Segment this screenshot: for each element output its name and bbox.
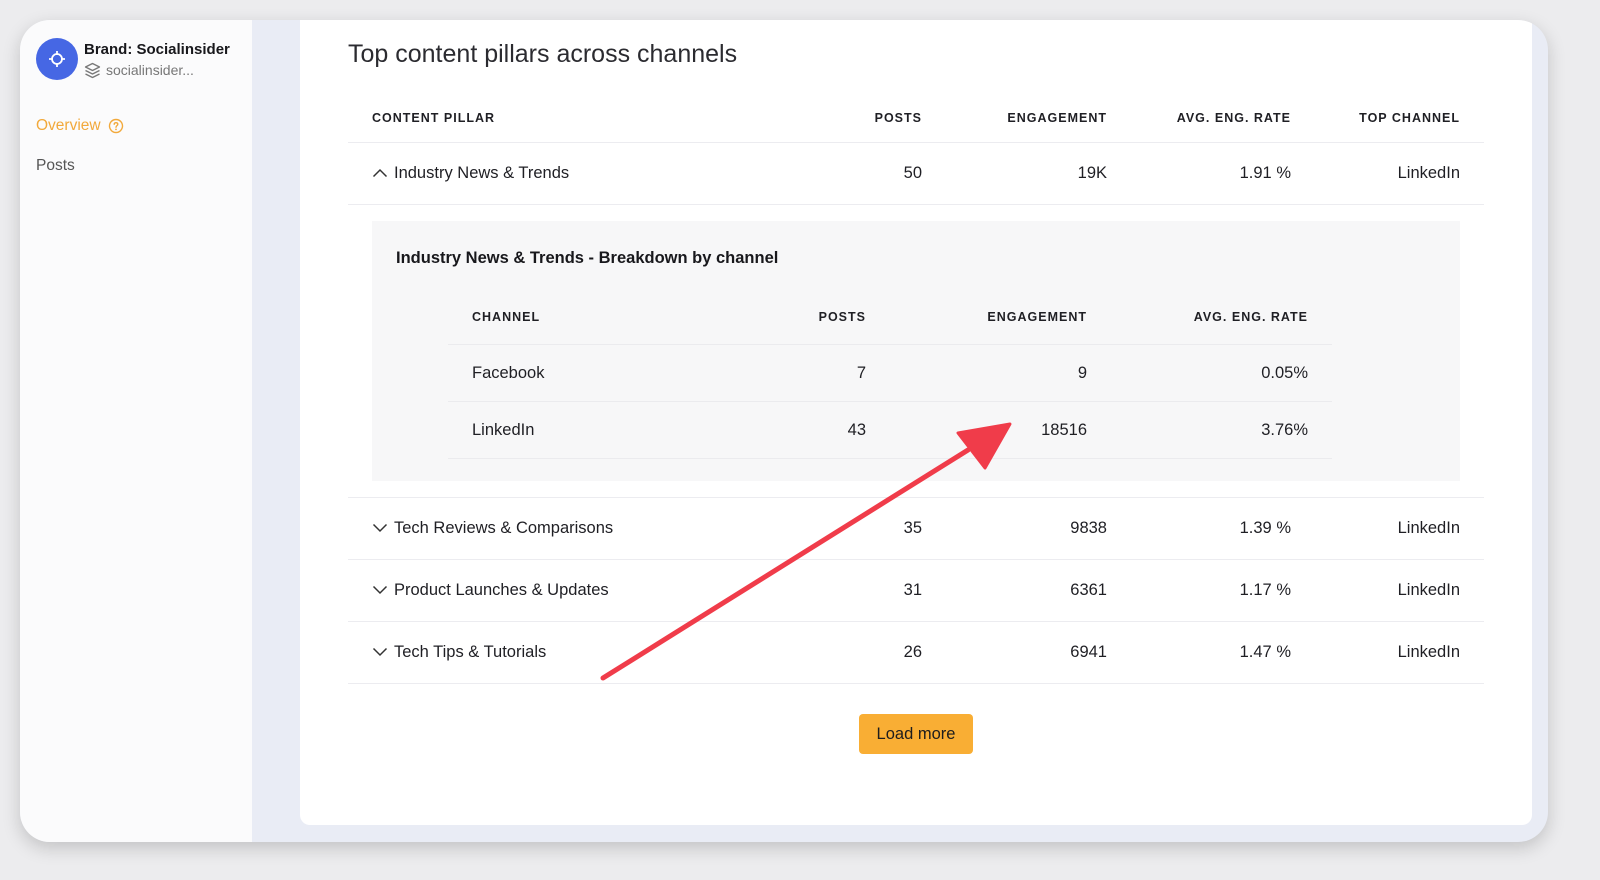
rate-value: 1.91 % [1131,142,1315,205]
column-header-top-channel[interactable]: TOP CHANNEL [1315,94,1484,143]
breakdown-row-facebook: Facebook 7 9 0.05% [448,344,1332,402]
sidebar-item-posts[interactable]: Posts [36,157,75,175]
engagement-value: 6941 [946,621,1131,684]
column-header-rate[interactable]: AVG. ENG. RATE [1131,94,1315,143]
rate-value: 1.39 % [1131,497,1315,560]
table-row[interactable]: Industry News & Trends 50 19K 1.91 % Lin… [348,142,1484,205]
engagement-value: 9838 [946,497,1131,560]
rate-value: 1.17 % [1131,559,1315,622]
posts-value: 7 [788,344,890,402]
posts-value: 26 [812,621,946,684]
pillar-name: Tech Tips & Tutorials [394,642,547,661]
rate-value: 0.05% [1111,344,1332,402]
chevron-up-icon[interactable] [372,168,388,178]
help-circle-icon[interactable] [108,118,124,134]
pillar-name: Industry News & Trends [394,163,570,182]
column-header-posts[interactable]: POSTS [812,94,946,143]
engagement-value: 9 [890,344,1111,402]
page-title: Top content pillars across channels [348,40,738,68]
column-header-engagement[interactable]: ENGAGEMENT [946,94,1131,143]
chevron-down-icon[interactable] [372,647,388,657]
table-row[interactable]: Product Launches & Updates 31 6361 1.17 … [348,559,1484,622]
chevron-down-icon[interactable] [372,523,388,533]
brand-avatar [36,38,78,80]
posts-value: 43 [788,401,890,459]
breakdown-row: Industry News & Trends - Breakdown by ch… [348,204,1484,498]
layers-icon [84,62,101,78]
pillar-name: Tech Reviews & Comparisons [394,518,614,537]
top-channel-value: LinkedIn [1315,559,1484,622]
engagement-value: 18516 [890,401,1111,459]
breakdown-title: Industry News & Trends - Breakdown by ch… [396,248,779,267]
top-channel-value: LinkedIn [1315,621,1484,684]
engagement-value: 6361 [946,559,1131,622]
column-header-pillar[interactable]: CONTENT PILLAR [348,94,812,143]
table-row[interactable]: Tech Reviews & Comparisons 35 9838 1.39 … [348,497,1484,560]
breakdown-row-linkedin: LinkedIn 43 18516 3.76% [448,401,1332,459]
chevron-down-icon[interactable] [372,585,388,595]
content-pillars-card: Top content pillars across channels CONT… [300,20,1532,825]
rate-value: 1.47 % [1131,621,1315,684]
load-more-button[interactable]: Load more [859,714,973,754]
channel-name: Facebook [448,344,788,402]
top-channel-value: LinkedIn [1315,497,1484,560]
top-channel-value: LinkedIn [1315,142,1484,205]
sidebar: Brand: Socialinsider socialinsider... Ov… [20,20,252,842]
sidebar-item-label: Posts [36,157,75,174]
posts-value: 50 [812,142,946,205]
pillar-name: Product Launches & Updates [394,580,609,599]
table-row[interactable]: Tech Tips & Tutorials 26 6941 1.47 % Lin… [348,621,1484,684]
sidebar-item-overview[interactable]: Overview [36,117,124,135]
channel-breakdown-panel: Industry News & Trends - Breakdown by ch… [372,220,1460,481]
brand-switcher[interactable]: Brand: Socialinsider socialinsider... [36,38,230,80]
content-pillars-table: CONTENT PILLAR POSTS ENGAGEMENT AVG. ENG… [348,94,1484,684]
breakdown-table: CHANNEL POSTS ENGAGEMENT AVG. ENG. RATE … [448,290,1332,459]
crosshair-icon [49,51,65,67]
brand-name: Brand: Socialinsider [84,40,230,58]
posts-value: 35 [812,497,946,560]
brand-account: socialinsider... [106,62,194,78]
column-header-channel: CHANNEL [448,290,788,345]
engagement-value: 19K [946,142,1131,205]
sidebar-item-label: Overview [36,117,101,134]
column-header-engagement: ENGAGEMENT [890,290,1111,345]
column-header-rate: AVG. ENG. RATE [1111,290,1332,345]
posts-value: 31 [812,559,946,622]
column-header-posts: POSTS [788,290,890,345]
app-window: Brand: Socialinsider socialinsider... Ov… [20,20,1548,842]
channel-name: LinkedIn [448,401,788,459]
rate-value: 3.76% [1111,401,1332,459]
